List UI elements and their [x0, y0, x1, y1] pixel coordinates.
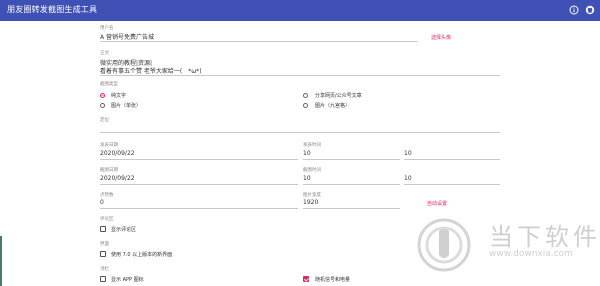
- shot-time-hour-underline: [303, 184, 400, 185]
- post-time-hour-underline: [303, 159, 400, 160]
- username-underline: [100, 41, 418, 42]
- top-bar-label: 顶栏: [100, 267, 109, 272]
- post-time-hour-input[interactable]: 10: [303, 150, 311, 157]
- likes-label: 点赞数: [100, 193, 114, 198]
- watermark-text: 当下软件园: [489, 223, 600, 251]
- info-icon[interactable]: [569, 5, 579, 15]
- interface-label: 界面: [100, 242, 109, 247]
- radio-share-article-label: 分享网页/公众号文章: [315, 93, 362, 99]
- body-label: 正文: [100, 51, 109, 56]
- screenshot-type-label: 截图类型: [100, 82, 118, 87]
- post-time-minute-input[interactable]: 10: [404, 150, 412, 157]
- radio-share-article[interactable]: [303, 93, 308, 98]
- likes-underline: [100, 208, 298, 209]
- post-date-underline: [100, 159, 298, 160]
- comments-label: 评论区: [100, 217, 114, 222]
- watermark-logo-icon: [417, 218, 471, 272]
- show-app-icon-checkbox[interactable]: [100, 276, 106, 282]
- shot-time-label: 截图时间: [303, 168, 321, 173]
- location-label: 定位: [100, 118, 109, 123]
- new-interface-checkbox[interactable]: [100, 251, 106, 257]
- window-edge: [0, 236, 2, 286]
- shot-date-label: 截图日期: [100, 168, 118, 173]
- radio-text-only-label: 纯文字: [111, 93, 127, 99]
- image-width-label: 图片宽度: [303, 193, 321, 198]
- random-signal-battery-checkbox[interactable]: [303, 276, 309, 282]
- radio-nine-grid[interactable]: [303, 103, 308, 108]
- random-signal-battery-option: 随机信号和电量: [315, 277, 351, 283]
- body-underline: [100, 75, 500, 76]
- likes-input[interactable]: 0: [100, 199, 104, 206]
- image-width-input[interactable]: 1920: [303, 199, 318, 206]
- post-date-label: 发表日期: [100, 143, 118, 148]
- shot-time-minute-input[interactable]: 10: [404, 175, 412, 182]
- username-label: 用户名: [100, 26, 114, 31]
- shot-time-hour-input[interactable]: 10: [303, 175, 311, 182]
- shot-time-minute-underline: [404, 184, 500, 185]
- shot-date-underline: [100, 184, 298, 185]
- app-title: 朋友圈转发截图生成工具: [7, 5, 98, 14]
- watermark-url: www.downxia.com: [489, 249, 573, 259]
- radio-single-image-label: 图片（单张）: [111, 103, 142, 109]
- site-watermark: 当下软件园 www.downxia.com: [413, 217, 600, 273]
- location-underline: [100, 132, 500, 133]
- show-comments-option: 显示评论区: [111, 227, 137, 233]
- post-time-label: 发表时间: [303, 143, 321, 148]
- post-time-minute-underline: [404, 159, 500, 160]
- image-width-underline: [303, 208, 400, 209]
- post-date-input[interactable]: 2020/09/22: [100, 150, 135, 157]
- radio-single-image[interactable]: [100, 103, 105, 108]
- auto-set-button[interactable]: 自动设置: [427, 200, 447, 207]
- body-line-2[interactable]: 看着有事五个赞 老爷大家给一( *ω*): [100, 66, 202, 75]
- show-app-icon-option: 显示 APP 图标: [111, 277, 144, 283]
- app-bar: 朋友圈转发截图生成工具: [0, 0, 600, 21]
- radio-text-only[interactable]: [100, 93, 105, 98]
- show-comments-checkbox[interactable]: [100, 226, 106, 232]
- new-interface-option: 使用 7.0 以上版本的新界面: [111, 252, 173, 258]
- username-input[interactable]: A 营销号免费广告城: [100, 32, 154, 41]
- radio-nine-grid-label: 图片（九宫格）: [315, 103, 351, 109]
- github-icon[interactable]: [585, 5, 595, 15]
- choose-avatar-button[interactable]: 选择头像: [431, 34, 451, 41]
- shot-date-input[interactable]: 2020/09/22: [100, 175, 135, 182]
